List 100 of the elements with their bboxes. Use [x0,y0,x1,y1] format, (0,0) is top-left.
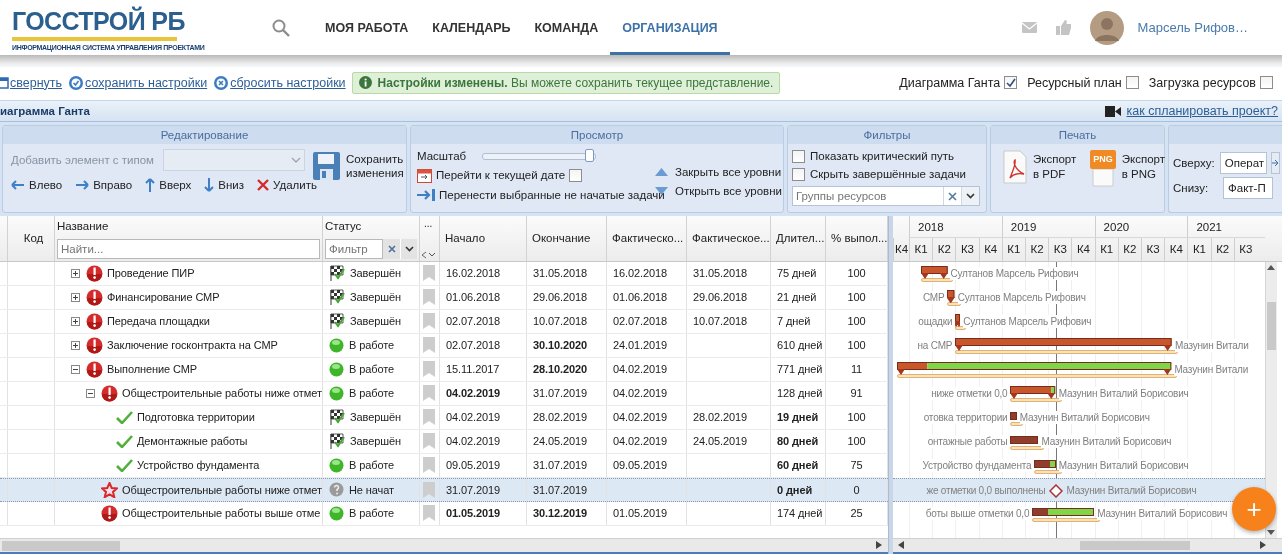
expander-icon[interactable] [86,388,95,398]
table-row[interactable]: Общестроительные работы ниже отмет Не начат 31.07.2019 31.07.2019 0 дней 0 [0,477,888,502]
move-button[interactable]: Вниз [204,178,245,192]
thumbs-up-icon[interactable] [1055,20,1071,35]
nav-tab[interactable]: КАЛЕНДАРЬ [420,0,523,55]
save-changes-button[interactable]: Сохранить изменения [313,152,401,180]
move-button[interactable]: Влево [11,179,63,191]
resource-groups-combobox[interactable]: Группы ресурсов [792,186,980,206]
resource-name: Мазунин Виталий Борисович [1058,458,1189,472]
table-row[interactable]: Общестроительные работы выше отме В работе 01.05.2019 30.12.2019 01.05.2019 174 дней 25 [0,501,888,526]
quarter-header: К4 [893,238,909,261]
level-button[interactable]: Закрыть все уровни [655,166,782,178]
column-header[interactable]: Фактическое... [687,216,771,261]
status-ball-icon [329,361,344,377]
table-row[interactable]: Передача площадки Завершён 02.07.2018 10.07.2018 02.07.2018 10.07.2018 7 дней 100 [0,309,888,334]
checkbox[interactable] [569,168,583,182]
move-button[interactable]: Вправо [75,179,133,191]
arrow-up-icon [145,178,156,192]
alert-icon [101,504,118,522]
clear-button[interactable] [383,238,400,259]
resource-name: Султанов Марсель Рифович [963,314,1092,328]
checkbox[interactable] [792,167,805,181]
checkbox[interactable] [1125,76,1139,89]
expander-icon[interactable] [71,268,80,278]
table-row[interactable]: Демонтажные работы Завершён 04.02.2019 24.05.2019 04.02.2019 24.05.2019 80 дней 100 [0,429,888,454]
checkbox[interactable] [1004,76,1018,89]
scroll-up-icon[interactable] [1267,264,1275,270]
scroll-right-icon[interactable] [1260,541,1266,550]
column-header[interactable]: Окончание [527,216,607,261]
quarter-header: К1 [1187,238,1211,261]
bookmark-icon [423,433,435,450]
toolbar-link[interactable]: свернуть [0,75,63,90]
column-header[interactable]: Фактическо... [607,216,687,261]
table-row[interactable]: Подготовка территории Завершён 04.02.2019 28.02.2019 04.02.2019 28.02.2019 19 дней 100 [0,405,888,430]
alert-icon [86,360,103,378]
table-row[interactable]: Заключение госконтракта на СМР В работе 02.07.2018 30.10.2020 24.01.2019 610 дней 100 [0,333,888,358]
expander-icon[interactable] [71,316,80,326]
search-icon[interactable] [272,19,290,37]
table-cell: 29.06.2018 [533,291,588,304]
status-label: Завершён [350,435,401,448]
table-row[interactable]: Проведение ПИР Завершён 16.02.2018 31.05.2018 16.02.2018 31.05.2018 75 дней 100 [0,261,888,286]
export-button[interactable]: PNG Экспорт в PNG [1090,150,1166,187]
user-name-link[interactable]: Марсель Рифов… [1137,20,1248,35]
quarter-header: К2 [1210,238,1234,261]
table-cell: 02.07.2018 [446,315,501,328]
export-button[interactable]: Экспорт в PDF [1003,150,1077,184]
finish-flag-icon [329,265,345,282]
table-row[interactable]: Устройство фундамента В работе 09.05.2019 31.07.2019 09.05.2019 60 дней 75 [0,453,888,478]
delete-button[interactable]: Удалить [257,179,317,191]
column-header[interactable]: Начало [440,216,527,261]
status-ball-icon [329,385,344,401]
bar-label: онтажные работы [927,434,1008,448]
column-filter-field[interactable]: Найти... [57,238,320,259]
baseline-bar [1010,445,1045,450]
status-ball-icon [329,505,344,521]
alert-icon [101,384,118,402]
move-button[interactable]: Вверх [145,178,192,192]
checkbox[interactable] [792,149,805,163]
quarter-header: К3 [955,238,979,261]
toolbar-link[interactable]: сохранить настройки [68,74,208,91]
table-cell: 31.05.2018 [693,267,748,280]
table-row[interactable]: Выполнение СМР В работе 15.11.2017 28.10.2020 04.02.2019 771 дней 11 [0,357,888,382]
expander-icon[interactable] [71,340,80,350]
table-cell: 29.06.2018 [693,291,748,304]
task-name: Заключение госконтракта на СМР [107,339,278,352]
layer-select[interactable]: Факт-П [1223,177,1273,199]
nav-tab[interactable]: КОМАНДА [522,0,611,55]
table-cell: 24.05.2019 [533,435,588,448]
chevron-left-icon[interactable] [421,250,427,259]
table-cell: 10.07.2018 [693,315,748,328]
toolbar-link[interactable]: сбросить настройки [213,74,346,91]
scroll-left-icon[interactable] [898,541,904,550]
scrollbar-thumb[interactable] [1267,301,1276,350]
nav-tab[interactable]: МОЯ РАБОТА [313,0,421,55]
year-header: 2018 [909,216,1002,238]
table-cell: 04.02.2019 [613,363,668,376]
dropdown-button[interactable] [961,187,979,205]
column-header[interactable]: Код [8,216,55,261]
table-row[interactable]: Финансирование СМР Завершён 01.06.2018 29.06.2018 01.06.2018 29.06.2018 21 дней 100 [0,285,888,310]
caret-icon[interactable] [429,251,435,258]
expander-icon[interactable] [71,364,80,374]
group-title: Редактирование [3,126,406,144]
help-link[interactable]: как спланировать проект? [1126,104,1278,118]
year-header: 2021 [1187,216,1265,238]
scroll-right-icon[interactable] [876,541,882,550]
go-to-date-button[interactable]: Перейти к текущей дате [417,167,566,183]
bookmark-icon [423,313,435,330]
expander-icon[interactable] [71,292,80,302]
column-header[interactable]: Длител... [771,216,826,261]
column-filter-field[interactable]: Фильтр [325,238,383,259]
scrollbar-thumb[interactable] [2,540,120,551]
table-row[interactable]: Общестроительные работы ниже отмет В работе 04.02.2019 31.07.2019 04.02.2019 128 дней 91 [0,381,888,406]
scale-slider-thumb[interactable] [584,148,594,162]
avatar[interactable] [1089,10,1124,45]
table-cell: 771 дней [777,363,823,376]
checkbox[interactable] [1260,76,1273,89]
layer-select[interactable]: Операт [1219,152,1267,174]
scrollbar-thumb[interactable] [1080,541,1190,551]
move-tasks-button[interactable]: Перенести выбранные не начатые задачи [417,189,665,201]
apply-button[interactable] [1270,152,1280,174]
